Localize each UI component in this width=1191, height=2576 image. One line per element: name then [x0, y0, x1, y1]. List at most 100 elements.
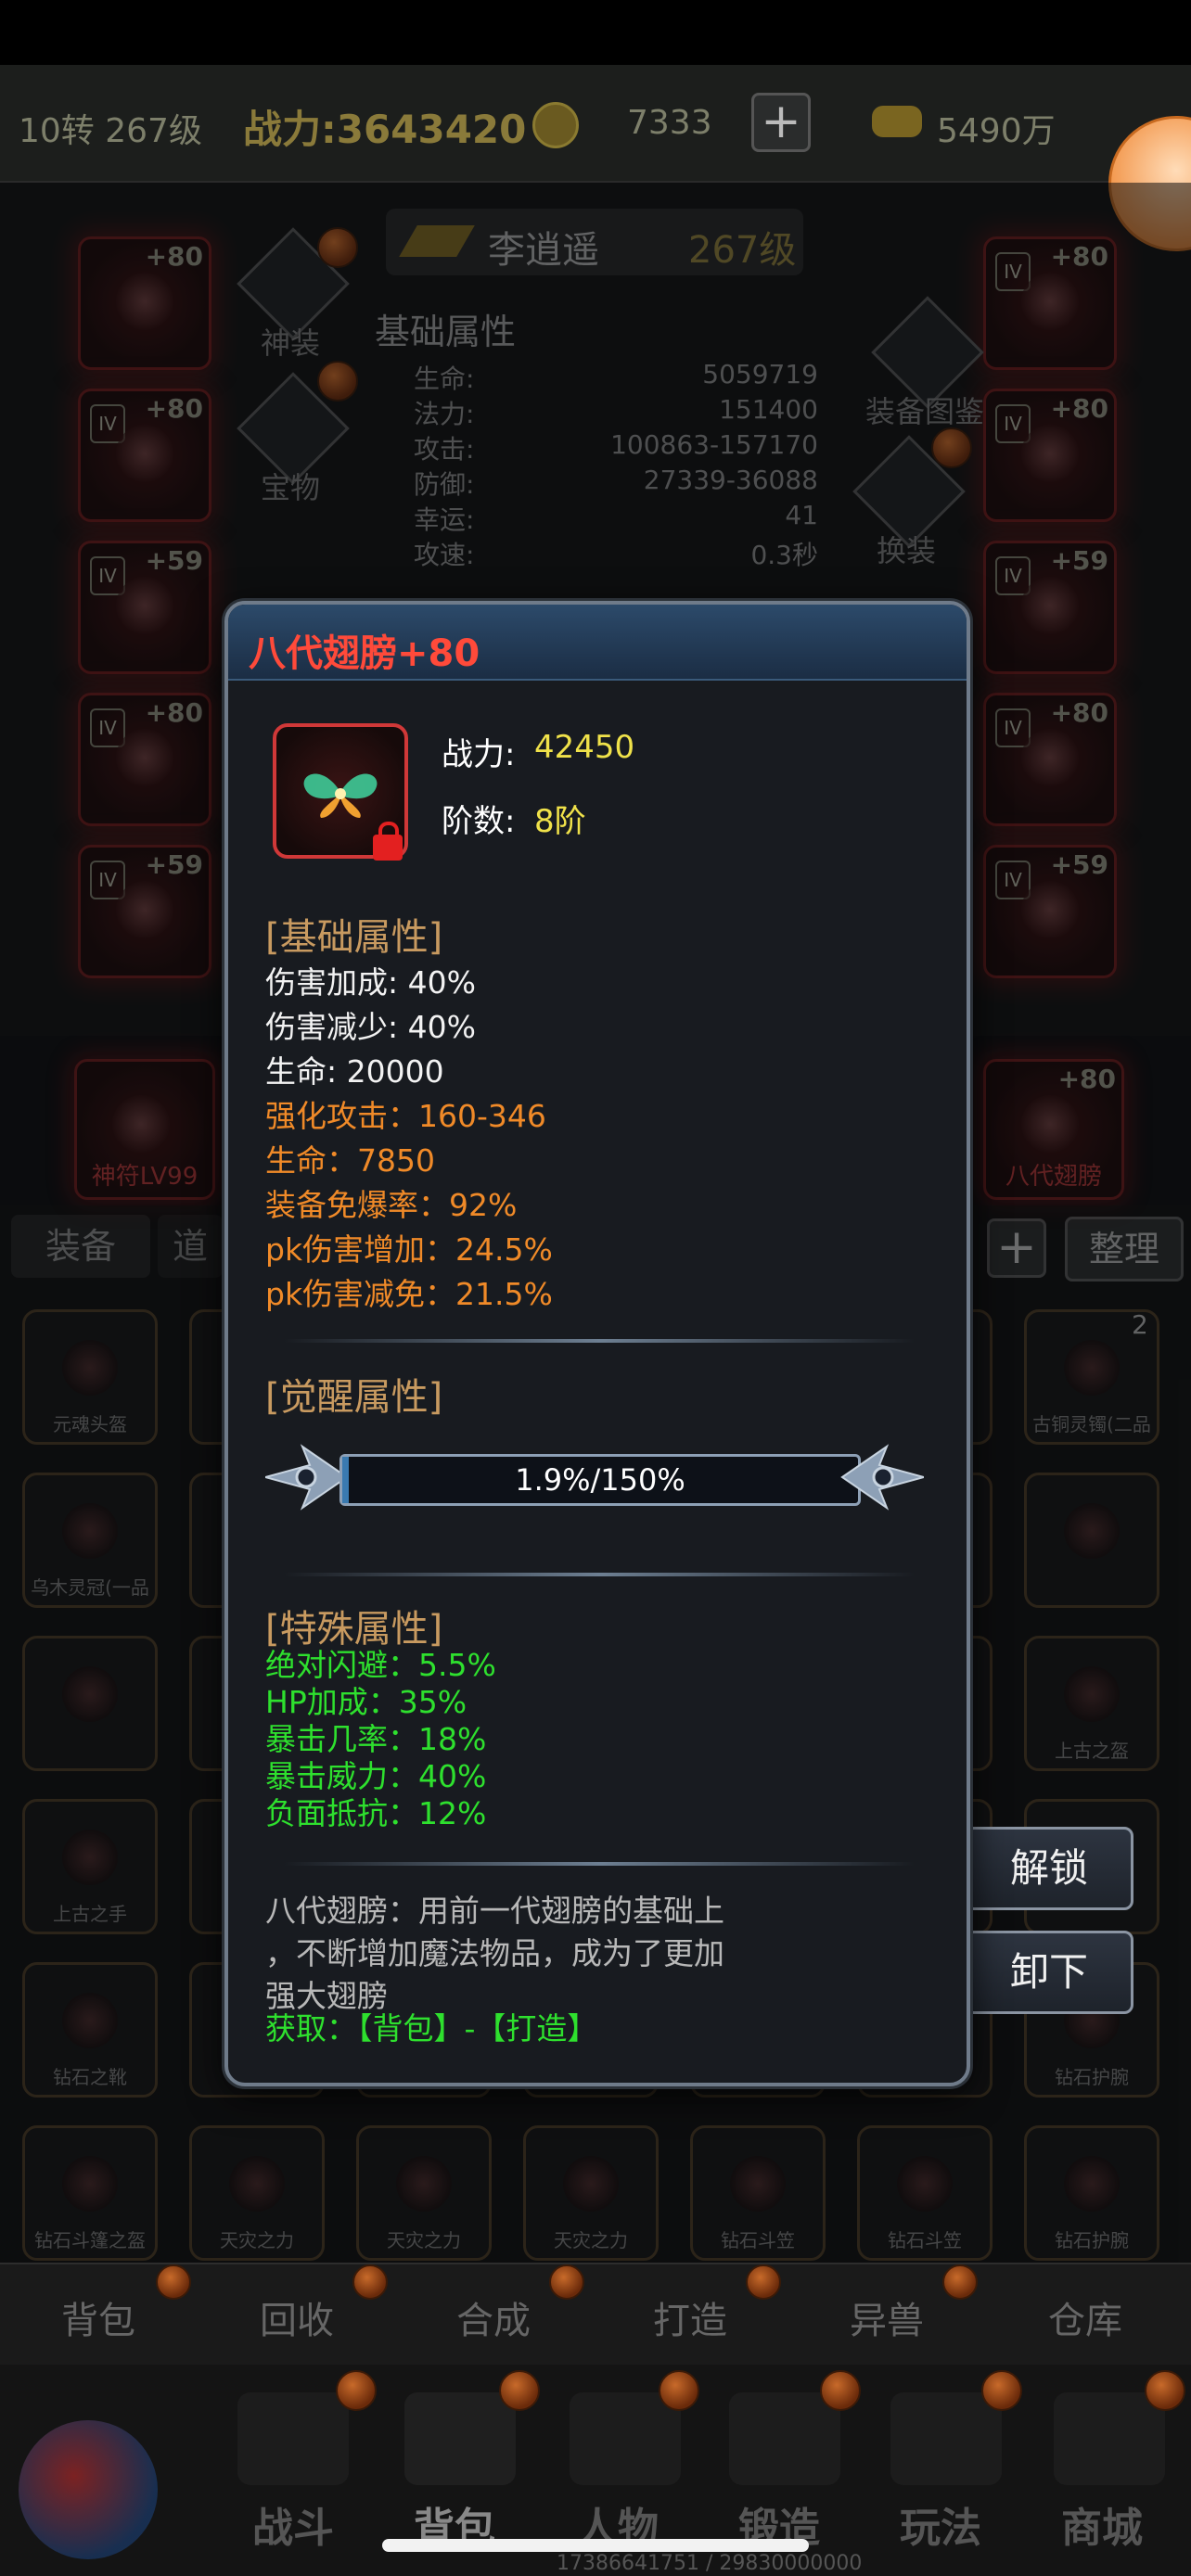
equip-slot-necklace[interactable]: +80 IV [78, 693, 211, 826]
character-nameplate: 李逍遥 267级 [386, 209, 803, 275]
gameplay-icon [890, 2392, 1002, 2485]
description-line: ，不断增加魔法物品，成为了更加 [265, 1935, 724, 1971]
inventory-item-name: 天灾之力 [387, 2229, 461, 2251]
equip-slot-boots[interactable]: +59 IV [983, 541, 1117, 674]
backpack-icon [404, 2392, 516, 2485]
inventory-item-name: 上古之盔 [1055, 1740, 1129, 1762]
item-art [62, 1340, 118, 1396]
nav-gameplay[interactable]: 玩法 [900, 2494, 981, 2554]
wing-slot[interactable]: +80 八代翅膀 [983, 1059, 1124, 1200]
attribute-line: 绝对闪避：5.5% [265, 1647, 496, 1683]
inventory-slot[interactable]: 天灾之力 [523, 2125, 659, 2261]
coin-count: 7333 [627, 104, 712, 142]
item-art [62, 1503, 118, 1559]
tab-recycle[interactable]: 回收 [260, 2290, 334, 2344]
nav-battle[interactable]: 战斗 [252, 2494, 334, 2554]
section-divider [284, 1573, 915, 1576]
equip-slot-bracelet-right[interactable]: +59 IV [983, 845, 1117, 978]
equip-slot-bracelet-left[interactable]: +59 IV [78, 845, 211, 978]
attribute-line: 伤害加成: 40% [265, 964, 476, 1001]
notification-dot [820, 2370, 861, 2411]
tab-beast[interactable]: 异兽 [850, 2290, 924, 2344]
tab-bag[interactable]: 背包 [61, 2290, 135, 2344]
attribute-line: 暴击威力：40% [265, 1758, 487, 1794]
notification-dot [352, 2264, 388, 2300]
expand-bag-button[interactable]: + [987, 1218, 1046, 1278]
tab-forge[interactable]: 打造 [653, 2290, 727, 2344]
character-stats: 生命: 5059719 法力: 151400 攻击: 100863-157170 防御… [414, 359, 818, 570]
character-level: 267级 [688, 229, 797, 272]
equip-slot-weapon[interactable]: +80 [78, 236, 211, 370]
tab-combine[interactable]: 合成 [456, 2290, 531, 2344]
inventory-item-name: 古铜灵镯(二品 [1032, 1413, 1151, 1435]
item-art [62, 1666, 118, 1722]
inventory-slot[interactable]: 钻石斗笠 [857, 2125, 992, 2261]
attribute-line: 负面抵抗：12% [265, 1795, 487, 1831]
inventory-item-name: 钻石护腕 [1055, 2229, 1129, 2251]
sort-button[interactable]: 整理 [1065, 1217, 1184, 1282]
section-divider [284, 1339, 915, 1343]
rune-slot[interactable]: 神符LV99 [74, 1059, 215, 1200]
character-helmet-icon [570, 2392, 681, 2485]
equip-slot-armor[interactable]: +80 IV [78, 389, 211, 522]
tab-warehouse[interactable]: 仓库 [1048, 2290, 1122, 2344]
inventory-item-name: 乌木灵冠(一品 [31, 1576, 149, 1599]
yin-yang-icon[interactable] [19, 2420, 158, 2559]
section-divider [284, 1862, 915, 1866]
awaken-progress-text: 1.9%/150% [515, 1462, 685, 1498]
attribute-line: 伤害减少: 40% [265, 1009, 476, 1045]
equipment-codex-button[interactable]: 装备图鉴 [846, 296, 1004, 429]
unlock-button[interactable]: 解锁 [965, 1827, 1133, 1910]
attribute-line: 装备免爆率：92% [265, 1187, 518, 1223]
unequip-button[interactable]: 卸下 [965, 1931, 1133, 2014]
coin-icon [532, 102, 579, 148]
inventory-item-name: 钻石斗笠 [721, 2229, 795, 2251]
notification-dot [942, 2264, 978, 2300]
inventory-slot[interactable] [22, 1636, 158, 1771]
equip-slot-helmet[interactable]: +59 IV [78, 541, 211, 674]
inventory-slot[interactable]: 钻石斗篷之盔 [22, 2125, 158, 2261]
item-art [62, 1830, 118, 1885]
attribute-line: 强化攻击：160-346 [265, 1098, 546, 1134]
awaken-attributes-title: [觉醒属性] [265, 1376, 443, 1419]
inventory-slot[interactable]: 天灾之力 [356, 2125, 492, 2261]
tier-label: 阶数: [442, 803, 516, 840]
notification-dot [317, 361, 358, 402]
nav-shop[interactable]: 商城 [1061, 2494, 1143, 2554]
stack-count: 2 [1132, 1309, 1148, 1340]
bar-right-ornament [840, 1444, 924, 1511]
battle-swords-icon [237, 2392, 349, 2485]
inventory-item-name: 钻石斗篷之盔 [34, 2229, 146, 2251]
inventory-slot[interactable]: 上古之盔 [1024, 1636, 1159, 1771]
inventory-slot[interactable]: 元魂头盔 [22, 1309, 158, 1445]
inventory-item-name: 元魂头盔 [53, 1413, 127, 1435]
inventory-slot[interactable]: 天灾之力 [189, 2125, 325, 2261]
add-coins-button[interactable]: + [751, 93, 811, 152]
inventory-item-name: 钻石斗笠 [888, 2229, 962, 2251]
inventory-slot[interactable]: 钻石斗笠 [690, 2125, 826, 2261]
experience-readout: 17386641751 / 29830000000 [557, 2552, 863, 2575]
tab-items[interactable]: 道 [158, 1215, 223, 1278]
awaken-track: 1.9%/150% [339, 1454, 861, 1506]
notification-dot [317, 227, 358, 268]
inventory-slot[interactable]: 乌木灵冠(一品 [22, 1473, 158, 1608]
notification-dot [499, 2370, 540, 2411]
item-art [1064, 1503, 1120, 1559]
inventory-slot[interactable] [1024, 1473, 1159, 1608]
item-art [1064, 2156, 1120, 2212]
notification-dot [931, 427, 972, 468]
inventory-slot[interactable]: 钻石护腕 [1024, 2125, 1159, 2261]
status-bar [0, 0, 1191, 65]
inventory-slot[interactable]: 钻石之靴 [22, 1962, 158, 2098]
base-attributes-list: 伤害加成: 40% 伤害减少: 40% 生命: 20000 强化攻击：160-3… [265, 961, 553, 1317]
inventory-item-name: 钻石之靴 [53, 2066, 127, 2088]
home-indicator[interactable] [382, 2539, 809, 2552]
tab-equipment[interactable]: 装备 [11, 1215, 150, 1278]
inventory-item-name: 天灾之力 [220, 2229, 294, 2251]
attribute-line: HP加成：35% [265, 1684, 467, 1720]
rank-wing-icon [399, 225, 475, 257]
special-attributes-list: 绝对闪避：5.5% HP加成：35% 暴击几率：18% 暴击威力：40% 负面抵… [265, 1647, 496, 1832]
notification-dot [981, 2370, 1022, 2411]
inventory-slot[interactable]: 上古之手 [22, 1799, 158, 1934]
equip-slot-ring[interactable]: +80 IV [983, 693, 1117, 826]
